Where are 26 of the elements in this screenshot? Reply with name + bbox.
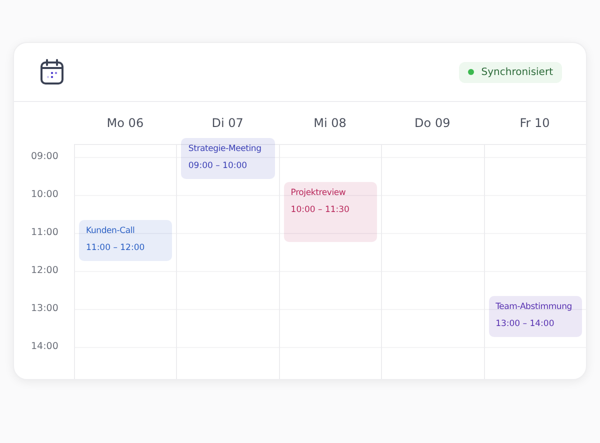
event-title: Team-Abstimmung (496, 302, 574, 314)
time-label: 10:00 (30, 189, 60, 202)
calendar-event[interactable]: Team-Abstimmung 13:00 – 14:00 (488, 296, 582, 337)
event-time: 11:00 – 12:00 (86, 243, 146, 254)
time-label: 11:00 (30, 227, 60, 240)
event-time: 13:00 – 14:00 (496, 319, 556, 330)
day-header: Di 07 (210, 116, 244, 130)
time-label: 13:00 (30, 303, 60, 316)
event-title: Projektreview (290, 188, 347, 200)
event-title: Kunden-Call (86, 226, 136, 238)
event-title: Strategie-Meeting (188, 144, 262, 156)
day-header: Mo 06 (106, 116, 145, 130)
calendar-event[interactable]: Kunden-Call 11:00 – 12:00 (79, 220, 172, 261)
calendar-icon (40, 59, 64, 86)
event-time: 09:00 – 10:00 (188, 161, 248, 172)
day-header: Do 09 (414, 116, 452, 130)
day-header: Mi 08 (312, 116, 348, 130)
event-time: 10:00 – 11:30 (290, 205, 350, 216)
time-label: 14:00 (30, 341, 60, 354)
day-header: Fr 10 (518, 116, 551, 130)
time-label: 09:00 (30, 151, 60, 164)
calendar-event[interactable]: Strategie-Meeting 09:00 – 10:00 (181, 138, 275, 179)
calendar-event[interactable]: Projektreview 10:00 – 11:30 (284, 182, 378, 242)
time-label: 12:00 (30, 265, 60, 278)
sync-status-badge: Synchronisiert (459, 62, 562, 83)
status-dot (468, 69, 474, 76)
